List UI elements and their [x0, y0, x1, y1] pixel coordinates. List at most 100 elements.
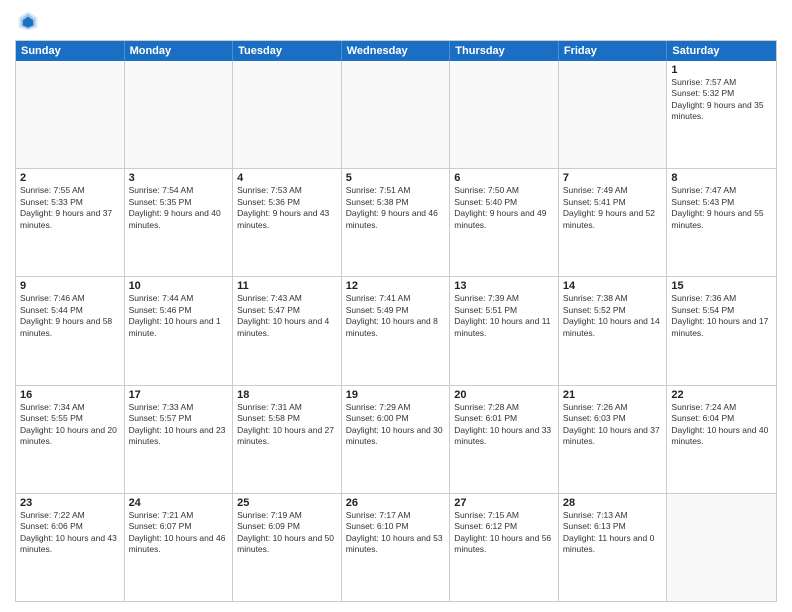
day-cell: 1Sunrise: 7:57 AM Sunset: 5:32 PM Daylig… — [667, 61, 776, 168]
day-number: 7 — [563, 172, 663, 184]
day-cell — [125, 61, 234, 168]
day-number: 8 — [671, 172, 772, 184]
day-header-thursday: Thursday — [450, 41, 559, 61]
calendar: SundayMondayTuesdayWednesdayThursdayFrid… — [15, 40, 777, 602]
day-info: Sunrise: 7:54 AM Sunset: 5:35 PM Dayligh… — [129, 185, 229, 231]
day-number: 24 — [129, 497, 229, 509]
day-cell: 25Sunrise: 7:19 AM Sunset: 6:09 PM Dayli… — [233, 494, 342, 601]
day-cell — [559, 61, 668, 168]
day-info: Sunrise: 7:28 AM Sunset: 6:01 PM Dayligh… — [454, 402, 554, 448]
day-cell: 8Sunrise: 7:47 AM Sunset: 5:43 PM Daylig… — [667, 169, 776, 276]
day-number: 25 — [237, 497, 337, 509]
day-number: 12 — [346, 280, 446, 292]
day-info: Sunrise: 7:13 AM Sunset: 6:13 PM Dayligh… — [563, 510, 663, 556]
day-header-saturday: Saturday — [667, 41, 776, 61]
logo-area — [15, 10, 39, 32]
day-cell: 4Sunrise: 7:53 AM Sunset: 5:36 PM Daylig… — [233, 169, 342, 276]
day-info: Sunrise: 7:41 AM Sunset: 5:49 PM Dayligh… — [346, 293, 446, 339]
day-cell: 26Sunrise: 7:17 AM Sunset: 6:10 PM Dayli… — [342, 494, 451, 601]
day-cell: 13Sunrise: 7:39 AM Sunset: 5:51 PM Dayli… — [450, 277, 559, 384]
day-cell: 21Sunrise: 7:26 AM Sunset: 6:03 PM Dayli… — [559, 386, 668, 493]
week-row-4: 16Sunrise: 7:34 AM Sunset: 5:55 PM Dayli… — [16, 386, 776, 494]
day-info: Sunrise: 7:43 AM Sunset: 5:47 PM Dayligh… — [237, 293, 337, 339]
day-number: 2 — [20, 172, 120, 184]
day-number: 9 — [20, 280, 120, 292]
day-cell: 17Sunrise: 7:33 AM Sunset: 5:57 PM Dayli… — [125, 386, 234, 493]
day-cell: 5Sunrise: 7:51 AM Sunset: 5:38 PM Daylig… — [342, 169, 451, 276]
week-row-5: 23Sunrise: 7:22 AM Sunset: 6:06 PM Dayli… — [16, 494, 776, 601]
day-header-sunday: Sunday — [16, 41, 125, 61]
day-number: 10 — [129, 280, 229, 292]
day-number: 16 — [20, 389, 120, 401]
day-number: 18 — [237, 389, 337, 401]
header — [15, 10, 777, 32]
day-number: 21 — [563, 389, 663, 401]
day-info: Sunrise: 7:38 AM Sunset: 5:52 PM Dayligh… — [563, 293, 663, 339]
day-cell: 10Sunrise: 7:44 AM Sunset: 5:46 PM Dayli… — [125, 277, 234, 384]
day-headers-row: SundayMondayTuesdayWednesdayThursdayFrid… — [16, 41, 776, 61]
day-number: 4 — [237, 172, 337, 184]
day-info: Sunrise: 7:17 AM Sunset: 6:10 PM Dayligh… — [346, 510, 446, 556]
day-info: Sunrise: 7:46 AM Sunset: 5:44 PM Dayligh… — [20, 293, 120, 339]
day-number: 23 — [20, 497, 120, 509]
day-header-monday: Monday — [125, 41, 234, 61]
day-cell: 14Sunrise: 7:38 AM Sunset: 5:52 PM Dayli… — [559, 277, 668, 384]
day-info: Sunrise: 7:36 AM Sunset: 5:54 PM Dayligh… — [671, 293, 772, 339]
calendar-body: 1Sunrise: 7:57 AM Sunset: 5:32 PM Daylig… — [16, 61, 776, 601]
day-cell — [16, 61, 125, 168]
day-cell: 2Sunrise: 7:55 AM Sunset: 5:33 PM Daylig… — [16, 169, 125, 276]
day-info: Sunrise: 7:31 AM Sunset: 5:58 PM Dayligh… — [237, 402, 337, 448]
day-cell: 24Sunrise: 7:21 AM Sunset: 6:07 PM Dayli… — [125, 494, 234, 601]
day-cell — [450, 61, 559, 168]
day-cell — [342, 61, 451, 168]
day-cell: 11Sunrise: 7:43 AM Sunset: 5:47 PM Dayli… — [233, 277, 342, 384]
day-number: 22 — [671, 389, 772, 401]
day-info: Sunrise: 7:21 AM Sunset: 6:07 PM Dayligh… — [129, 510, 229, 556]
day-cell: 12Sunrise: 7:41 AM Sunset: 5:49 PM Dayli… — [342, 277, 451, 384]
week-row-3: 9Sunrise: 7:46 AM Sunset: 5:44 PM Daylig… — [16, 277, 776, 385]
day-info: Sunrise: 7:33 AM Sunset: 5:57 PM Dayligh… — [129, 402, 229, 448]
day-cell: 16Sunrise: 7:34 AM Sunset: 5:55 PM Dayli… — [16, 386, 125, 493]
day-info: Sunrise: 7:53 AM Sunset: 5:36 PM Dayligh… — [237, 185, 337, 231]
week-row-1: 1Sunrise: 7:57 AM Sunset: 5:32 PM Daylig… — [16, 61, 776, 169]
day-info: Sunrise: 7:19 AM Sunset: 6:09 PM Dayligh… — [237, 510, 337, 556]
day-number: 17 — [129, 389, 229, 401]
day-info: Sunrise: 7:39 AM Sunset: 5:51 PM Dayligh… — [454, 293, 554, 339]
logo-icon — [17, 10, 39, 32]
week-row-2: 2Sunrise: 7:55 AM Sunset: 5:33 PM Daylig… — [16, 169, 776, 277]
page: SundayMondayTuesdayWednesdayThursdayFrid… — [0, 0, 792, 612]
day-cell — [667, 494, 776, 601]
day-number: 5 — [346, 172, 446, 184]
day-number: 11 — [237, 280, 337, 292]
day-cell: 18Sunrise: 7:31 AM Sunset: 5:58 PM Dayli… — [233, 386, 342, 493]
day-cell: 23Sunrise: 7:22 AM Sunset: 6:06 PM Dayli… — [16, 494, 125, 601]
day-cell: 15Sunrise: 7:36 AM Sunset: 5:54 PM Dayli… — [667, 277, 776, 384]
day-info: Sunrise: 7:49 AM Sunset: 5:41 PM Dayligh… — [563, 185, 663, 231]
day-info: Sunrise: 7:24 AM Sunset: 6:04 PM Dayligh… — [671, 402, 772, 448]
day-number: 27 — [454, 497, 554, 509]
day-number: 15 — [671, 280, 772, 292]
day-info: Sunrise: 7:50 AM Sunset: 5:40 PM Dayligh… — [454, 185, 554, 231]
day-cell: 6Sunrise: 7:50 AM Sunset: 5:40 PM Daylig… — [450, 169, 559, 276]
day-info: Sunrise: 7:26 AM Sunset: 6:03 PM Dayligh… — [563, 402, 663, 448]
day-info: Sunrise: 7:55 AM Sunset: 5:33 PM Dayligh… — [20, 185, 120, 231]
day-info: Sunrise: 7:57 AM Sunset: 5:32 PM Dayligh… — [671, 77, 772, 123]
day-cell: 20Sunrise: 7:28 AM Sunset: 6:01 PM Dayli… — [450, 386, 559, 493]
day-cell: 9Sunrise: 7:46 AM Sunset: 5:44 PM Daylig… — [16, 277, 125, 384]
day-number: 20 — [454, 389, 554, 401]
day-number: 26 — [346, 497, 446, 509]
day-number: 28 — [563, 497, 663, 509]
day-cell: 3Sunrise: 7:54 AM Sunset: 5:35 PM Daylig… — [125, 169, 234, 276]
day-number: 3 — [129, 172, 229, 184]
day-info: Sunrise: 7:47 AM Sunset: 5:43 PM Dayligh… — [671, 185, 772, 231]
day-number: 14 — [563, 280, 663, 292]
day-header-friday: Friday — [559, 41, 668, 61]
day-cell: 28Sunrise: 7:13 AM Sunset: 6:13 PM Dayli… — [559, 494, 668, 601]
day-info: Sunrise: 7:34 AM Sunset: 5:55 PM Dayligh… — [20, 402, 120, 448]
day-info: Sunrise: 7:44 AM Sunset: 5:46 PM Dayligh… — [129, 293, 229, 339]
day-header-wednesday: Wednesday — [342, 41, 451, 61]
day-cell: 22Sunrise: 7:24 AM Sunset: 6:04 PM Dayli… — [667, 386, 776, 493]
day-info: Sunrise: 7:29 AM Sunset: 6:00 PM Dayligh… — [346, 402, 446, 448]
day-cell: 27Sunrise: 7:15 AM Sunset: 6:12 PM Dayli… — [450, 494, 559, 601]
day-cell: 19Sunrise: 7:29 AM Sunset: 6:00 PM Dayli… — [342, 386, 451, 493]
